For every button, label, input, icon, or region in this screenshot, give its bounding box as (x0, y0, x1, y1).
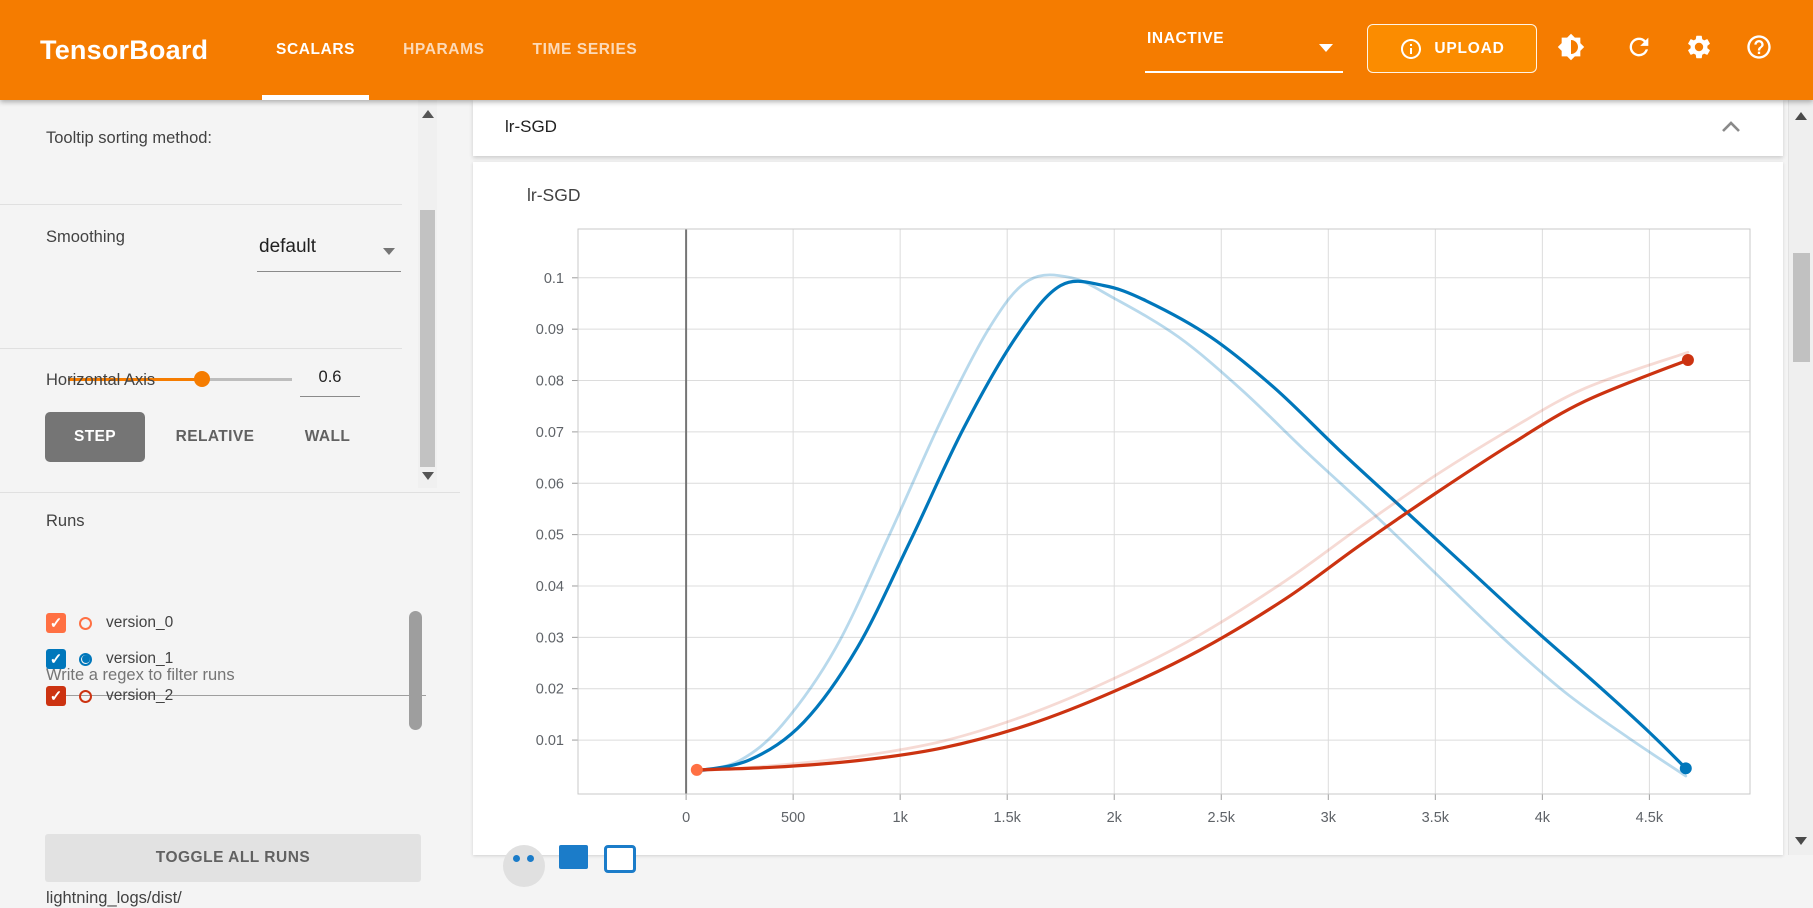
scrollbar-thumb[interactable] (420, 210, 435, 467)
run-name[interactable]: version_1 (106, 650, 173, 668)
svg-text:500: 500 (781, 810, 805, 826)
svg-text:0.09: 0.09 (536, 322, 564, 338)
card-action-circle-button[interactable] (503, 845, 545, 887)
svg-text:3k: 3k (1321, 810, 1337, 826)
svg-text:0: 0 (682, 810, 690, 826)
dot-icon (513, 855, 520, 862)
dot-icon (527, 855, 534, 862)
tab-hparams[interactable]: HPARAMS (379, 0, 508, 100)
tooltip-sorting-value: default (259, 236, 316, 258)
tab-scalars[interactable]: SCALARS (252, 0, 379, 100)
run-checkbox[interactable]: ✓ (46, 649, 66, 669)
divider (0, 492, 460, 493)
toggle-all-runs-button[interactable]: TOGGLE ALL RUNS (45, 834, 421, 882)
app-header: TensorBoard SCALARS HPARAMS TIME SERIES … (0, 0, 1813, 100)
svg-text:4k: 4k (1535, 810, 1551, 826)
pin-card-button[interactable] (559, 845, 588, 869)
svg-text:0.04: 0.04 (536, 579, 564, 595)
contrast-icon[interactable] (1556, 32, 1586, 62)
svg-text:0.01: 0.01 (536, 733, 564, 749)
chevron-up-icon (1721, 120, 1741, 134)
line-chart[interactable]: 0.1 0.09 0.08 0.07 0.06 0.05 0.04 0.03 0.02 0.01 0… (513, 217, 1773, 847)
status-dropdown-value: INACTIVE (1147, 30, 1224, 48)
svg-text:1.5k: 1.5k (993, 810, 1021, 826)
horizontal-axis-label: Horizontal Axis (46, 371, 155, 390)
status-dropdown[interactable]: INACTIVE (1145, 0, 1347, 100)
runs-label: Runs (46, 512, 85, 531)
status-dropdown-underline (1145, 71, 1343, 73)
svg-text:0.05: 0.05 (536, 528, 564, 544)
run-radio[interactable] (79, 653, 92, 666)
scroll-down-arrow-icon[interactable] (422, 472, 434, 480)
app-title: TensorBoard (40, 0, 208, 100)
slider-knob[interactable] (194, 371, 210, 387)
svg-text:0.02: 0.02 (536, 682, 564, 698)
divider (0, 348, 402, 349)
help-icon[interactable] (1744, 32, 1774, 62)
svg-text:3.5k: 3.5k (1422, 810, 1450, 826)
info-icon (1399, 37, 1423, 61)
page-scrollbar[interactable] (1788, 100, 1813, 855)
sidebar: Tooltip sorting method: default Smoothin… (0, 100, 460, 855)
svg-text:1k: 1k (893, 810, 909, 826)
refresh-icon[interactable] (1624, 32, 1654, 62)
tab-bar: SCALARS HPARAMS TIME SERIES (252, 0, 661, 100)
run-name[interactable]: version_0 (106, 614, 173, 632)
scalar-section-header[interactable]: lr-SGD (473, 100, 1783, 156)
chevron-down-icon (383, 248, 395, 255)
chart-card: lr-SGD 0.10.090.080.070.060.050.040.030.… (473, 162, 1783, 855)
axis-button-relative[interactable]: RELATIVE (150, 412, 280, 462)
chart-title: lr-SGD (527, 185, 580, 206)
scrollbar-thumb[interactable] (1793, 253, 1810, 362)
upload-button-label: UPLOAD (1434, 40, 1504, 58)
tooltip-sorting-label: Tooltip sorting method: (46, 127, 221, 149)
scroll-up-arrow-icon[interactable] (422, 110, 434, 118)
log-directory: lightning_logs/dist/ (46, 889, 182, 908)
tab-time-series[interactable]: TIME SERIES (509, 0, 662, 100)
section-title: lr-SGD (505, 117, 557, 137)
divider (0, 204, 402, 205)
settings-icon[interactable] (1684, 32, 1714, 62)
svg-text:2.5k: 2.5k (1208, 810, 1236, 826)
svg-text:2k: 2k (1107, 810, 1123, 826)
scroll-up-arrow-icon[interactable] (1795, 112, 1807, 120)
collapse-section-button[interactable] (1721, 120, 1741, 134)
runs-scrollbar-thumb[interactable] (409, 611, 422, 730)
settings-scrollbar[interactable] (418, 100, 437, 488)
run-row: ✓ version_1 (46, 641, 406, 677)
run-name[interactable]: version_2 (106, 687, 173, 705)
axis-button-wall[interactable]: WALL (285, 412, 370, 462)
radio-dot (82, 655, 90, 663)
svg-text:4.5k: 4.5k (1636, 810, 1664, 826)
run-row: ✓ version_2 (46, 678, 406, 714)
svg-text:0.07: 0.07 (536, 425, 564, 441)
svg-text:0.08: 0.08 (536, 374, 564, 390)
axis-button-step[interactable]: STEP (45, 412, 145, 462)
run-row: ✓ version_0 (46, 605, 406, 641)
chevron-down-icon (1319, 44, 1333, 52)
svg-text:0.03: 0.03 (536, 630, 564, 646)
smoothing-value[interactable]: 0.6 (300, 368, 360, 397)
run-checkbox[interactable]: ✓ (46, 686, 66, 706)
svg-text:0.06: 0.06 (536, 476, 564, 492)
tooltip-sorting-select[interactable]: default (257, 230, 401, 272)
svg-text:0.1: 0.1 (544, 271, 564, 287)
run-checkbox[interactable]: ✓ (46, 613, 66, 633)
run-radio[interactable] (79, 617, 92, 630)
expand-card-button[interactable] (604, 845, 636, 873)
run-radio[interactable] (79, 690, 92, 703)
upload-button[interactable]: UPLOAD (1367, 24, 1537, 73)
scroll-down-arrow-icon[interactable] (1795, 837, 1807, 845)
smoothing-label: Smoothing (46, 228, 125, 247)
